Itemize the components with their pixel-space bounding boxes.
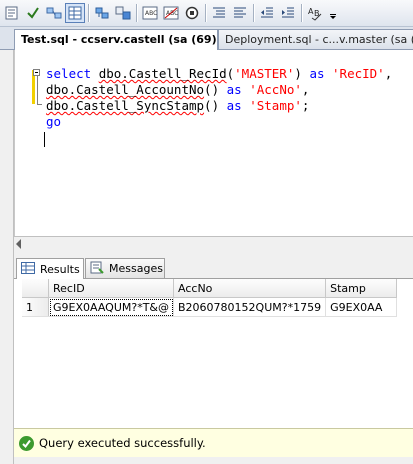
tab-deployment-sql[interactable]: Deployment.sql - c...v.master (sa (68 bbox=[218, 29, 413, 49]
messages-icon bbox=[90, 260, 104, 277]
client-statistics-icon[interactable] bbox=[113, 3, 133, 23]
align-list-icon[interactable] bbox=[209, 3, 229, 23]
table-row[interactable]: 1 G9EX0AAQUM?*T&@ B2060780152QUM?*1759 G… bbox=[22, 297, 398, 317]
row-header-corner[interactable] bbox=[22, 279, 49, 298]
collapse-region-icon[interactable] bbox=[33, 69, 40, 76]
editor-results-splitter[interactable] bbox=[14, 236, 413, 255]
scroll-left-icon[interactable] bbox=[16, 239, 21, 249]
grid-icon bbox=[21, 261, 35, 277]
outline-list-icon[interactable] bbox=[230, 3, 250, 23]
tab-messages-label: Messages bbox=[109, 262, 163, 275]
tab-results[interactable]: Results bbox=[16, 258, 84, 279]
increase-indent-icon[interactable] bbox=[278, 3, 298, 23]
code-token: ) bbox=[294, 66, 310, 81]
cell-recid[interactable]: G9EX0AAQUM?*T&@ bbox=[48, 297, 175, 317]
code-token: dbo.Castell_RecId bbox=[98, 66, 227, 81]
code-token: () bbox=[204, 98, 227, 113]
text-caret bbox=[44, 132, 45, 147]
row-number[interactable]: 1 bbox=[22, 297, 49, 317]
svg-text:ABC: ABC bbox=[145, 10, 157, 17]
code-token: as bbox=[309, 66, 325, 81]
left-edge-panel bbox=[0, 50, 14, 464]
uncomment-icon[interactable]: ABC bbox=[161, 3, 181, 23]
code-token: , bbox=[384, 66, 393, 81]
code-token: 'RecID' bbox=[332, 66, 385, 81]
code-token: 'Stamp' bbox=[249, 98, 302, 113]
outlining-end bbox=[37, 104, 42, 105]
code-token: as bbox=[226, 82, 242, 97]
toolbar-overflow-icon[interactable] bbox=[327, 3, 339, 23]
tab-results-label: Results bbox=[40, 262, 80, 276]
code-token: , bbox=[301, 82, 310, 97]
code-line[interactable]: dbo.Castell_SyncStamp() as 'Stamp'; bbox=[46, 98, 309, 114]
code-token: as bbox=[226, 98, 242, 113]
parse-icon[interactable] bbox=[23, 3, 43, 23]
cell-accno[interactable]: B2060780152QUM?*1759 bbox=[173, 297, 327, 317]
specify-template-values-icon[interactable] bbox=[182, 3, 202, 23]
tab-messages[interactable]: Messages bbox=[85, 258, 165, 278]
document-tab-strip: Test.sql - ccserv.castell (sa (69))* Dep… bbox=[0, 27, 413, 50]
tab-test-sql[interactable]: Test.sql - ccserv.castell (sa (69))* bbox=[14, 29, 218, 50]
results-to-grid-icon[interactable] bbox=[65, 3, 85, 23]
column-header-accno[interactable]: AccNo bbox=[173, 279, 327, 298]
status-message: Query executed successfully. bbox=[39, 436, 206, 450]
column-header-recid[interactable]: RecID bbox=[48, 279, 175, 298]
check-circle-icon bbox=[19, 435, 34, 451]
code-token: ; bbox=[301, 98, 310, 113]
query-status-bar: Query executed successfully. bbox=[14, 428, 413, 457]
code-token: 'AccNo' bbox=[249, 82, 302, 97]
code-line[interactable]: select dbo.Castell_RecId('MASTER') as 'R… bbox=[46, 66, 392, 82]
code-token: 'MASTER' bbox=[234, 66, 295, 81]
code-token: dbo.Castell_SyncStamp bbox=[46, 98, 205, 113]
results-to-file-icon[interactable] bbox=[92, 3, 112, 23]
cell-stamp[interactable]: G9EX0AA bbox=[325, 297, 398, 317]
decrease-indent-icon[interactable] bbox=[257, 3, 277, 23]
comment-out-icon[interactable]: ABC bbox=[140, 3, 160, 23]
code-line[interactable]: dbo.Castell_AccountNo() as 'AccNo', bbox=[46, 82, 309, 98]
outlining-line bbox=[37, 76, 38, 104]
results-grid[interactable]: RecID AccNo Stamp 1 G9EX0AAQUM?*T&@ B206… bbox=[22, 279, 398, 317]
query-options-icon[interactable] bbox=[2, 3, 22, 23]
code-token: go bbox=[46, 114, 62, 129]
code-token: select bbox=[46, 66, 92, 81]
code-token: dbo.Castell_AccountNo bbox=[46, 82, 205, 97]
include-plan-icon[interactable] bbox=[44, 3, 64, 23]
sql-editor-toolbar: ABC ABC AB bbox=[0, 0, 413, 27]
code-line[interactable]: go bbox=[46, 114, 61, 130]
code-token: () bbox=[204, 82, 227, 97]
grid-header-row: RecID AccNo Stamp bbox=[22, 279, 398, 298]
column-header-stamp[interactable]: Stamp bbox=[325, 279, 398, 298]
spell-check-icon[interactable]: AB bbox=[306, 3, 326, 23]
